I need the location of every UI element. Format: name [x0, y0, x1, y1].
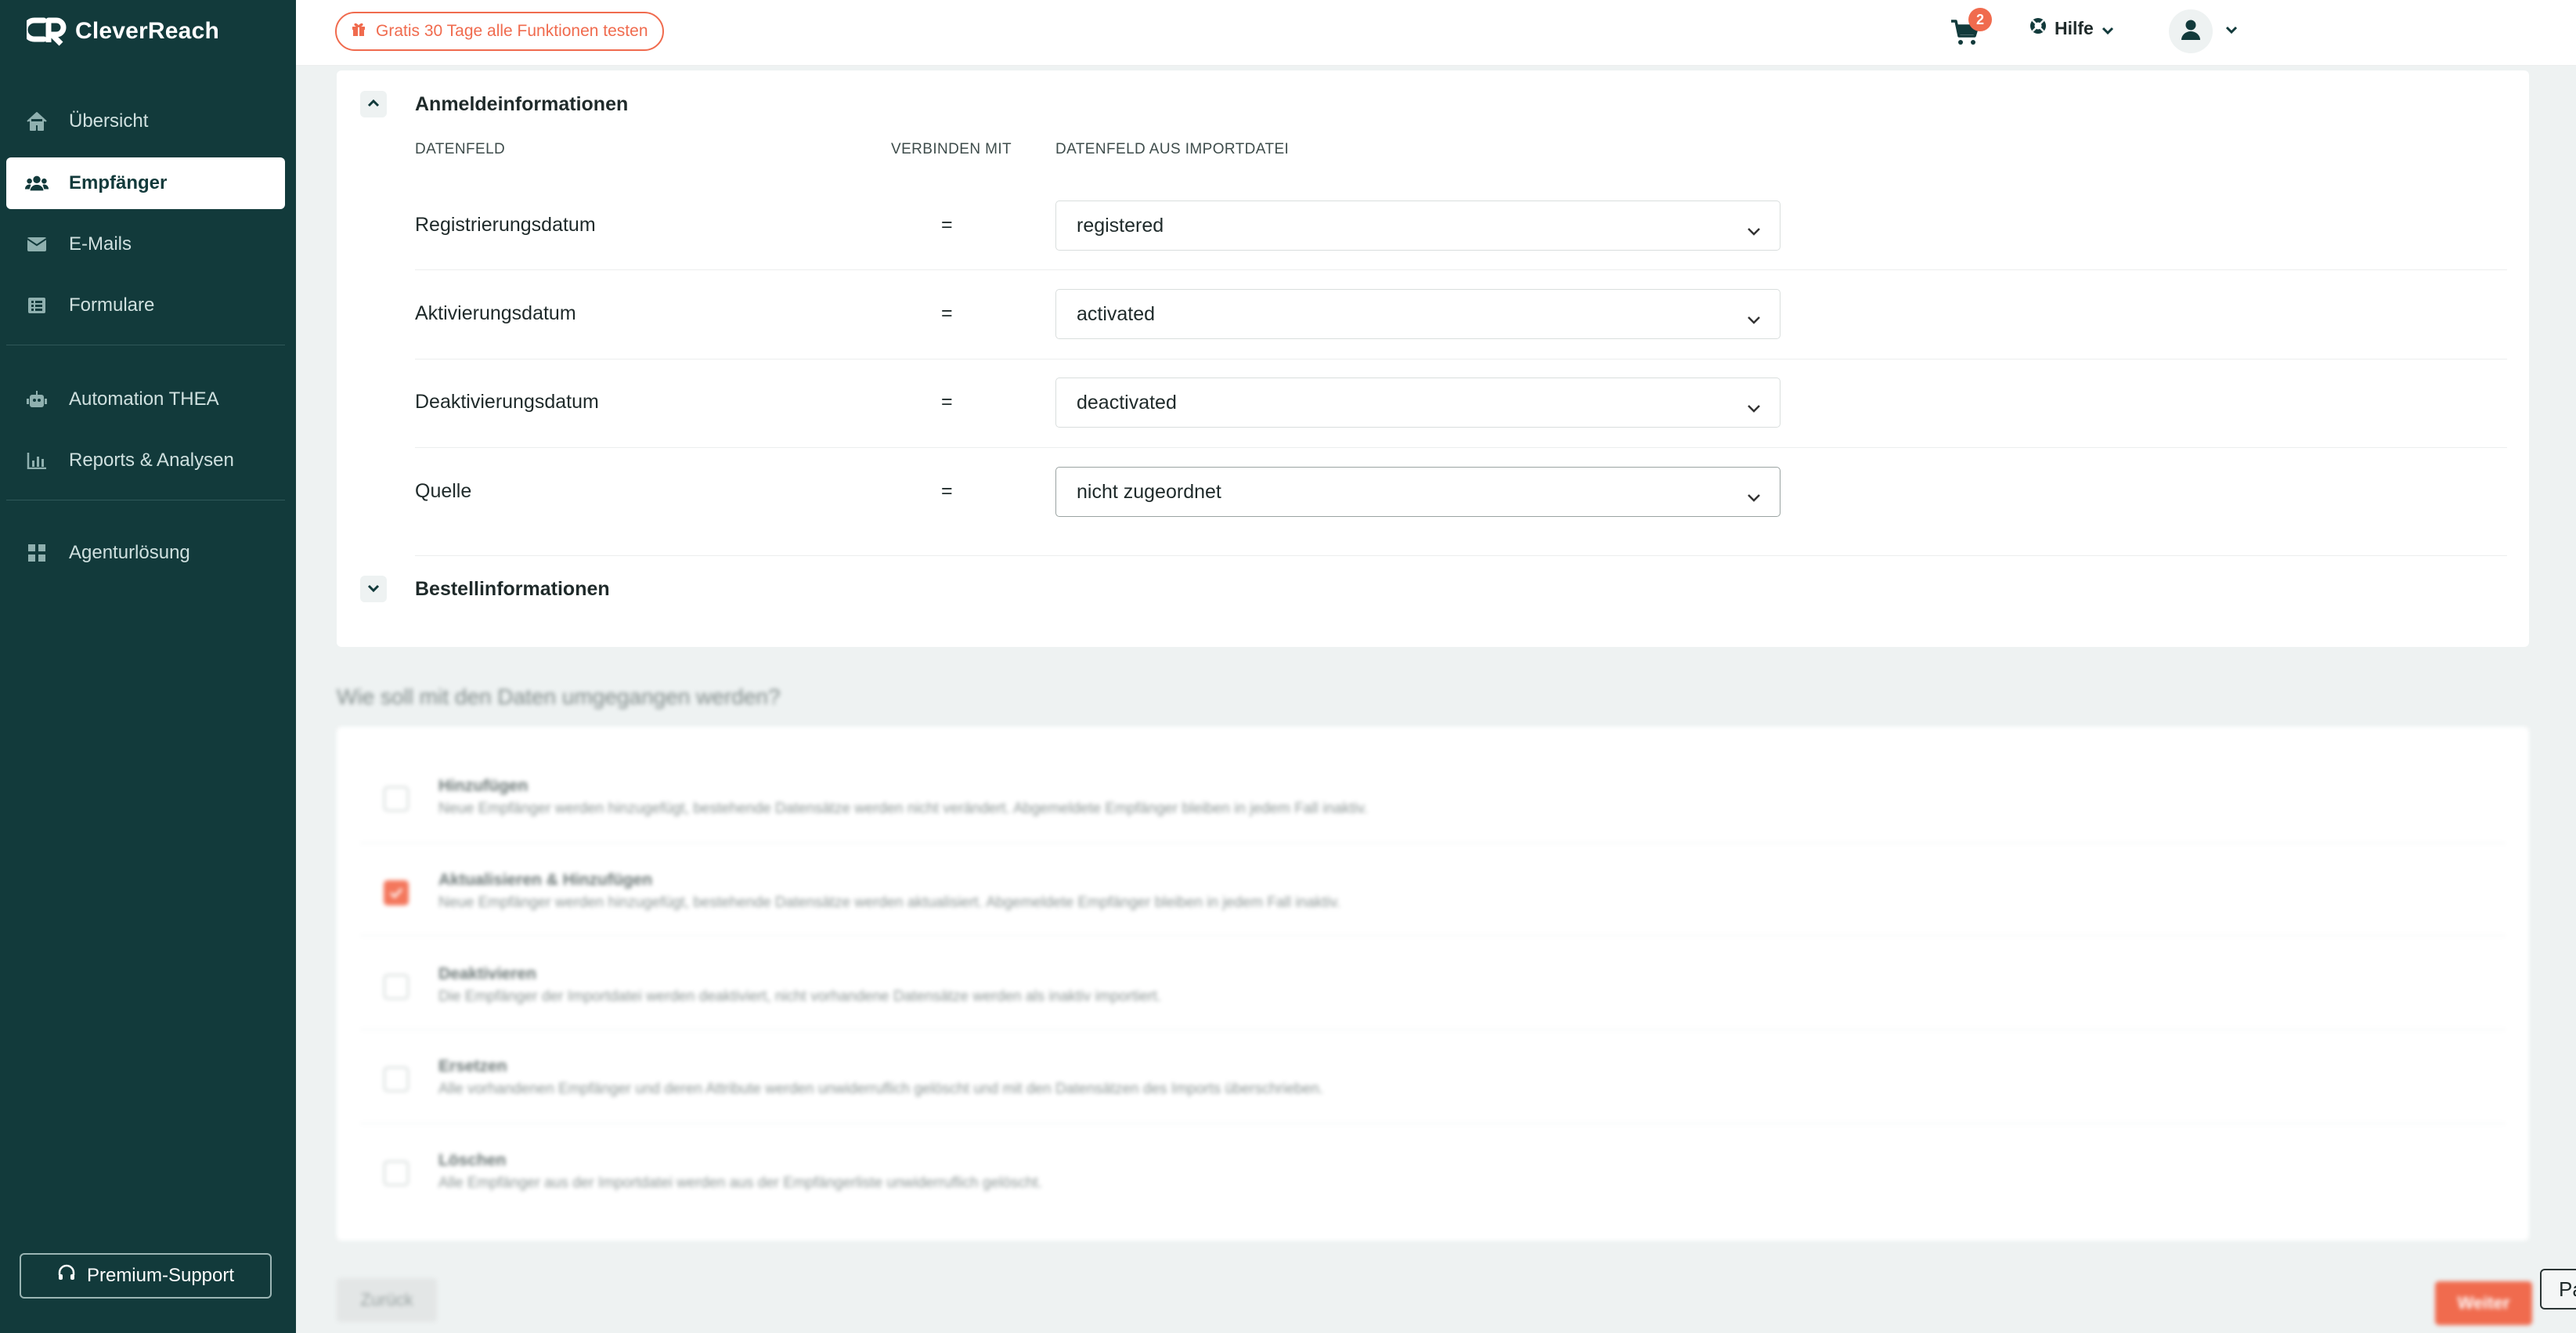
sidebar: CleverReach Übersicht Empfänger E-Mails … — [0, 0, 296, 1333]
chevron-down-icon — [1747, 219, 1761, 241]
equals-sign: = — [941, 302, 953, 324]
sidebar-item-agenturloesung[interactable]: Agenturlösung — [6, 527, 285, 579]
option-divider — [360, 1123, 2506, 1124]
sidebar-item-label: Empfänger — [69, 172, 168, 193]
home-icon — [25, 110, 49, 133]
user-icon — [2181, 19, 2201, 45]
sidebar-item-label: Agenturlösung — [69, 542, 190, 563]
option-checkbox[interactable] — [384, 1161, 409, 1186]
equals-sign: = — [941, 391, 953, 413]
bar-chart-icon — [25, 449, 49, 472]
premium-support-label: Premium-Support — [86, 1265, 235, 1286]
sidebar-item-label: Übersicht — [69, 110, 149, 132]
robot-icon — [25, 388, 49, 411]
next-button[interactable]: Weiter — [2435, 1281, 2532, 1325]
back-button[interactable]: Zurück — [337, 1278, 437, 1322]
sidebar-item-emails[interactable]: E-Mails — [6, 219, 285, 270]
field-label-registrierungsdatum: Registrierungsdatum — [415, 214, 596, 236]
chevron-down-icon — [367, 582, 380, 596]
chevron-down-icon[interactable] — [2225, 23, 2238, 38]
option-description: Neue Empfänger werden hinzugefügt, beste… — [438, 800, 1368, 817]
handling-options-card: Hinzufügen Neue Empfänger werden hinzuge… — [337, 727, 2529, 1241]
chevron-down-icon — [2102, 18, 2114, 39]
field-label-quelle: Quelle — [415, 480, 472, 502]
field-label-deaktivierungsdatum: Deaktivierungsdatum — [415, 391, 599, 413]
form-icon — [25, 294, 49, 317]
grid-icon — [25, 541, 49, 565]
chevron-down-icon — [1747, 485, 1761, 508]
sidebar-item-label: Reports & Analysen — [69, 450, 234, 471]
section-title-bestellinformationen: Bestellinformationen — [415, 578, 610, 600]
handling-question: Wie soll mit den Daten umgegangen werden… — [337, 685, 781, 709]
premium-support-button[interactable]: Premium-Support — [20, 1253, 272, 1299]
option-divider — [360, 843, 2506, 844]
column-header-import: DATENFELD AUS IMPORTDATEI — [1055, 141, 1290, 157]
option-divider — [360, 1029, 2506, 1030]
option-title: Löschen — [438, 1151, 507, 1169]
sidebar-item-label: Formulare — [69, 294, 155, 316]
option-description: Neue Empfänger werden hinzugefügt, beste… — [438, 894, 1340, 911]
logo-text: CleverReach — [75, 18, 219, 44]
option-title: Hinzufügen — [438, 777, 529, 795]
cart-count-badge: 2 — [1968, 8, 1992, 31]
collapse-toggle-button[interactable] — [360, 91, 387, 117]
column-header-connect: VERBINDEN MIT — [891, 141, 1012, 157]
option-checkbox[interactable] — [384, 974, 409, 999]
row-divider — [415, 269, 2507, 270]
equals-sign: = — [941, 480, 953, 502]
row-divider — [415, 555, 2507, 556]
sidebar-item-formulare[interactable]: Formulare — [6, 280, 285, 331]
users-icon — [25, 172, 49, 195]
section-title-anmeldeinformationen: Anmeldeinformationen — [415, 93, 629, 115]
gift-icon — [351, 21, 366, 42]
import-field-select-registered[interactable]: registered — [1055, 200, 1780, 251]
sidebar-item-empfaenger[interactable]: Empfänger — [6, 157, 285, 209]
partial-button[interactable]: Pa — [2540, 1269, 2576, 1310]
lifebuoy-icon — [2029, 17, 2047, 39]
select-value: registered — [1077, 214, 1164, 237]
option-description: Die Empfänger der Importdatei werden dea… — [438, 988, 1162, 1005]
logo[interactable]: CleverReach — [22, 14, 219, 49]
chevron-up-icon — [367, 97, 380, 111]
mapping-card: Anmeldeinformationen DATENFELD VERBINDEN… — [337, 70, 2529, 647]
select-value: nicht zugeordnet — [1077, 480, 1221, 503]
cleverreach-logo-icon — [22, 16, 67, 47]
import-field-select-activated[interactable]: activated — [1055, 289, 1780, 339]
help-label: Hilfe — [2055, 17, 2094, 38]
option-title: Aktualisieren & Hinzufügen — [438, 871, 653, 889]
sidebar-item-uebersicht[interactable]: Übersicht — [6, 96, 285, 147]
chevron-down-icon — [1747, 307, 1761, 330]
help-menu[interactable]: Hilfe — [2029, 17, 2114, 39]
option-description: Alle Empfänger aus der Importdatei werde… — [438, 1175, 1042, 1191]
option-title: Deaktivieren — [438, 965, 536, 983]
import-field-select-deactivated[interactable]: deactivated — [1055, 378, 1780, 428]
option-description: Alle vorhandenen Empfänger und deren Att… — [438, 1081, 1324, 1097]
field-label-aktivierungsdatum: Aktivierungsdatum — [415, 302, 576, 324]
option-checkbox-checked[interactable] — [384, 880, 409, 905]
option-checkbox[interactable] — [384, 786, 409, 811]
import-field-select-quelle[interactable]: nicht zugeordnet — [1055, 467, 1780, 517]
sidebar-item-automation-thea[interactable]: Automation THEA — [6, 374, 285, 425]
equals-sign: = — [941, 214, 953, 236]
expand-toggle-button[interactable] — [360, 576, 387, 602]
promo-label: Gratis 30 Tage alle Funktionen testen — [376, 22, 648, 40]
option-checkbox[interactable] — [384, 1067, 409, 1092]
option-divider — [360, 935, 2506, 936]
select-value: deactivated — [1077, 391, 1177, 414]
option-title: Ersetzen — [438, 1057, 507, 1075]
select-value: activated — [1077, 302, 1156, 325]
headset-icon — [57, 1264, 76, 1288]
sidebar-item-label: E-Mails — [69, 233, 132, 255]
sidebar-item-reports[interactable]: Reports & Analysen — [6, 435, 285, 486]
mail-icon — [25, 233, 49, 256]
column-header-field: DATENFELD — [415, 141, 506, 157]
trial-promo-button[interactable]: Gratis 30 Tage alle Funktionen testen — [335, 12, 664, 51]
check-icon — [389, 887, 403, 899]
chevron-down-icon — [1747, 396, 1761, 418]
row-divider — [415, 447, 2507, 448]
avatar[interactable] — [2169, 9, 2213, 53]
sidebar-item-label: Automation THEA — [69, 388, 219, 410]
